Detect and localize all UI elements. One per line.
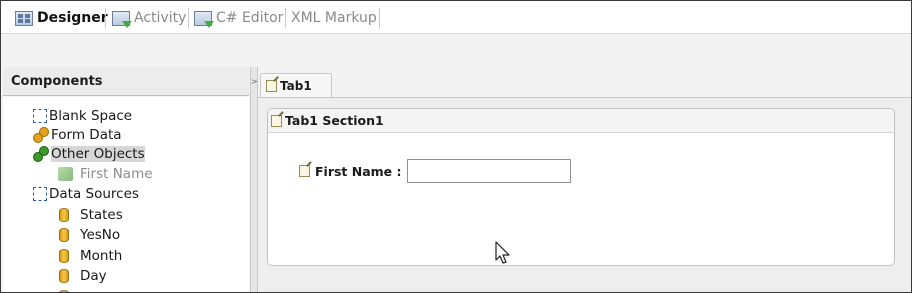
first-name-input[interactable] [406,159,571,183]
tree-item-label: YesNo [80,226,121,243]
tab-activity[interactable]: Activity [112,7,186,29]
expand-arrow-icon[interactable]: > [251,77,258,86]
tab-divider [285,8,286,28]
object-cube-icon [58,166,73,181]
tree-item-first-name[interactable]: First Name [58,164,153,183]
first-name-label: First Name : [315,163,402,179]
tab-designer-label: Designer [37,10,108,26]
tree-item-states[interactable]: States [59,205,123,224]
tab-activity-label: Activity [134,10,187,26]
tab-xml-markup[interactable]: XML Markup [291,7,377,29]
grid-icon [15,10,33,26]
tree-item-label: Data Sources [49,185,139,202]
first-name-field-row: First Name : [299,159,571,183]
dashed-box-icon [33,186,47,201]
tree-item-label: First Name [80,165,153,182]
tab-xml-markup-label: XML Markup [291,10,377,26]
panel-splitter[interactable] [250,67,258,292]
tree-item-label: Blank Space [49,107,133,124]
toolbar-area [1,34,911,66]
tab-divider [188,8,189,28]
tab-tab1[interactable]: Tab1 [260,73,332,97]
edit-note-icon [271,114,282,127]
database-icon [59,268,69,283]
edit-note-icon [299,165,310,177]
section-header[interactable]: Tab1 Section1 [268,109,894,133]
other-objects-icon [33,146,49,162]
tree-item-data-sources[interactable]: Data Sources [33,184,139,203]
activity-icon [112,10,132,28]
form-data-icon [33,127,49,143]
tab-tab1-label: Tab1 [280,78,312,93]
database-icon [59,227,69,242]
tree-item-partial [59,287,69,292]
tree-item-day[interactable]: Day [59,266,107,285]
database-icon [59,207,69,222]
tree-item-label: Other Objects [51,145,145,162]
tree-item-form-data[interactable]: Form Data [33,125,122,144]
components-header: Components [3,67,249,96]
tree-item-yesno[interactable]: YesNo [59,225,120,244]
designer-window: Designer Activity C# Editor XML Markup C… [0,0,912,293]
tree-item-label: Month [80,247,123,264]
form-section: Tab1 Section1 [267,108,895,266]
database-icon [59,289,69,292]
tab-csharp-editor[interactable]: C# Editor [194,7,283,29]
section-title: Tab1 Section1 [285,113,384,128]
tab-divider [105,8,106,28]
components-tree: Blank Space Form Data Other Objects Firs… [3,97,249,292]
tab-designer[interactable]: Designer [15,7,108,29]
tree-item-label: Day [80,267,107,284]
components-title: Components [11,73,103,89]
tree-item-blank-space[interactable]: Blank Space [33,106,132,125]
tree-item-label: Form Data [51,126,122,143]
mouse-pointer-icon [495,241,510,264]
tree-item-label: States [80,206,123,223]
tab-csharp-editor-label: C# Editor [216,10,284,26]
tree-item-other-objects[interactable]: Other Objects [33,144,145,163]
dashed-box-icon [33,108,47,123]
database-icon [59,248,69,263]
edit-note-icon [266,79,277,92]
tree-item-month[interactable]: Month [59,246,122,265]
code-editor-icon [194,10,214,28]
view-tab-strip: Designer Activity C# Editor XML Markup [1,1,911,34]
tab-divider [379,8,380,28]
